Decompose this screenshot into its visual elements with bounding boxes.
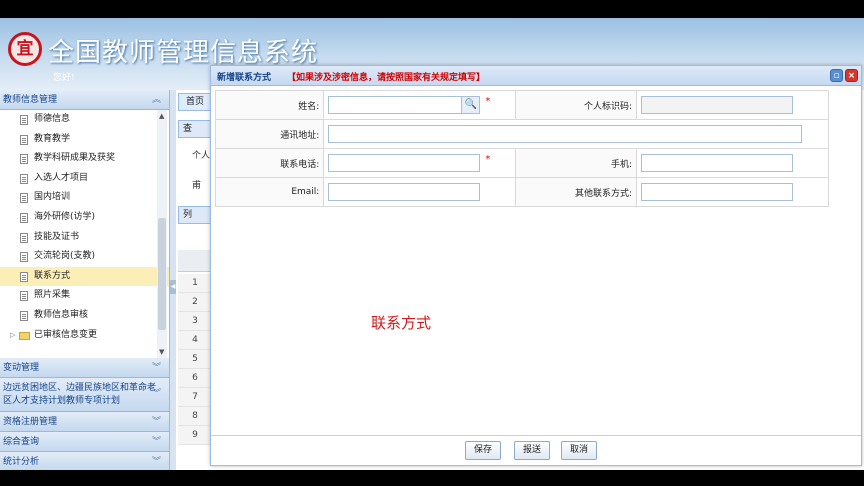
folder-icon — [19, 331, 30, 340]
screen: 宜 全国教师管理信息系统 您好! 教师信息管理 ︽ 师德信息 教育教学 教学科研… — [0, 18, 864, 470]
sidebar-section-label: 教师信息管理 — [3, 95, 58, 105]
phone-label: 联系电话: — [214, 148, 325, 178]
tree-item-talent[interactable]: 入选人才项目 — [0, 169, 169, 189]
app-title: 全国教师管理信息系统 — [48, 38, 319, 68]
chevron-down-icon[interactable]: ︾ — [152, 358, 161, 378]
form-row-name: 姓名: 🔍 * 个人标识码: — [214, 90, 829, 120]
sidebar-section-support-plan[interactable]: 边远贫困地区、边疆民族地区和革命老区人才支持计划教师专项计划 ︾ — [0, 378, 169, 412]
mobile-label: 手机: — [515, 148, 638, 178]
required-mark: * — [485, 154, 491, 165]
dialog-header[interactable]: 新增联系方式 【如果涉及涉密信息，请按照国家有关规定填写】 ▫ × — [211, 66, 861, 86]
sidebar-section-change[interactable]: 变动管理 ︾ — [0, 358, 169, 378]
chevron-up-icon[interactable]: ︽ — [152, 90, 161, 110]
chevron-down-icon[interactable]: ︾ — [152, 388, 161, 401]
other-contact-label: 其他联系方式: — [515, 177, 638, 207]
greeting: 您好! — [53, 73, 75, 83]
scroll-down-icon[interactable]: ▼ — [159, 348, 164, 356]
grid-row-number: 1 — [178, 274, 212, 293]
form-row-address: 通讯地址: — [214, 119, 829, 149]
document-icon — [20, 115, 28, 125]
sidebar: 教师信息管理 ︽ 师德信息 教育教学 教学科研成果及获奖 入选人才项目 国内培训… — [0, 90, 170, 470]
form-row-email: Email: 其他联系方式: — [214, 177, 829, 207]
sidebar-section-teacher-info[interactable]: 教师信息管理 ︽ — [0, 90, 169, 110]
document-icon — [20, 212, 28, 223]
emblem-icon: 宜 — [8, 32, 42, 66]
document-icon — [20, 291, 28, 302]
document-icon — [20, 232, 28, 243]
tab-home[interactable]: 首页 — [178, 93, 212, 111]
id-code-label: 个人标识码: — [515, 90, 638, 120]
tree-item-photo[interactable]: 照片采集 — [0, 286, 169, 306]
email-input[interactable] — [328, 183, 481, 201]
chevron-down-icon[interactable]: ︾ — [152, 452, 161, 470]
grid-row-number: 7 — [178, 388, 212, 407]
add-contact-dialog: 新增联系方式 【如果涉及涉密信息，请按照国家有关规定填写】 ▫ × 姓名: 🔍 *… — [210, 65, 862, 466]
tree-item-teaching[interactable]: 教育教学 — [0, 130, 169, 150]
save-button[interactable]: 保存 — [465, 441, 502, 460]
sidebar-tree: 师德信息 教育教学 教学科研成果及获奖 入选人才项目 国内培训 海外研修(访学)… — [0, 110, 169, 358]
submit-button[interactable]: 报送 — [514, 441, 551, 460]
tree-item-ethics[interactable]: 师德信息 — [0, 110, 169, 130]
required-mark: * — [485, 96, 491, 107]
document-icon — [20, 252, 28, 263]
grid-row-number: 9 — [178, 426, 212, 445]
grid-row-numbers: 1 2 3 4 5 6 7 8 9 — [178, 274, 212, 445]
chevron-down-icon[interactable]: ︾ — [152, 412, 161, 432]
document-icon — [20, 173, 28, 184]
tree-folder-changes[interactable]: ▷ 已审核信息变更 — [0, 326, 169, 346]
grid-row-number: 4 — [178, 331, 212, 350]
id-code-input — [641, 96, 794, 114]
tree-item-contact[interactable]: 联系方式 — [0, 266, 169, 287]
tree-item-exchange[interactable]: 交流轮岗(支教) — [0, 247, 169, 267]
scroll-thumb[interactable] — [158, 218, 166, 330]
scroll-up-icon[interactable]: ▲ — [159, 112, 164, 120]
cancel-button[interactable]: 取消 — [561, 441, 598, 460]
other-contact-input[interactable] — [641, 183, 794, 201]
tree-item-skills[interactable]: 技能及证书 — [0, 228, 169, 248]
sidebar-section-statistics[interactable]: 统计分析 ︾ — [0, 452, 169, 470]
dialog-footer: 保存 报送 取消 — [211, 435, 861, 465]
grid-row-number: 6 — [178, 369, 212, 388]
tree-item-domestic-training[interactable]: 国内培训 — [0, 188, 169, 208]
dialog-warning: 【如果涉及涉密信息，请按照国家有关规定填写】 — [287, 73, 486, 83]
expand-triangle-icon[interactable]: ▷ — [10, 326, 15, 346]
email-label: Email: — [214, 177, 325, 207]
search-icon[interactable]: 🔍 — [461, 97, 480, 113]
tree-item-overseas[interactable]: 海外研修(访学) — [0, 208, 169, 228]
section-caption: 联系方式 — [371, 314, 432, 332]
address-input[interactable] — [328, 125, 803, 143]
grid-row-number: 8 — [178, 407, 212, 426]
document-icon — [20, 271, 28, 282]
phone-input[interactable] — [328, 154, 481, 172]
document-icon — [20, 310, 28, 321]
sidebar-section-qualification[interactable]: 资格注册管理 ︾ — [0, 412, 169, 432]
document-icon — [20, 134, 28, 145]
form-row-phone: 联系电话: * 手机: — [214, 148, 829, 178]
dialog-title: 新增联系方式 — [217, 73, 272, 83]
sidebar-scrollbar[interactable]: ▲ ▼ — [157, 110, 167, 358]
chevron-down-icon[interactable]: ︾ — [152, 432, 161, 452]
document-icon — [20, 154, 28, 165]
tree-item-research[interactable]: 教学科研成果及获奖 — [0, 149, 169, 169]
name-input[interactable]: 🔍 — [328, 96, 481, 114]
tree-item-review[interactable]: 教师信息审核 — [0, 306, 169, 326]
grid-row-number: 3 — [178, 312, 212, 331]
name-label: 姓名: — [214, 90, 325, 120]
contact-form: 姓名: 🔍 * 个人标识码: 通讯地址: 联系电话: * 手机: Email: … — [214, 90, 829, 207]
close-icon[interactable]: × — [845, 69, 858, 82]
mobile-input[interactable] — [641, 154, 794, 172]
grid-header — [178, 250, 212, 272]
grid-row-number: 2 — [178, 293, 212, 312]
maximize-icon[interactable]: ▫ — [830, 69, 843, 82]
grid-row-number: 5 — [178, 350, 212, 369]
sidebar-section-query[interactable]: 综合查询 ︾ — [0, 432, 169, 452]
document-icon — [20, 193, 28, 204]
address-label: 通讯地址: — [214, 119, 325, 149]
